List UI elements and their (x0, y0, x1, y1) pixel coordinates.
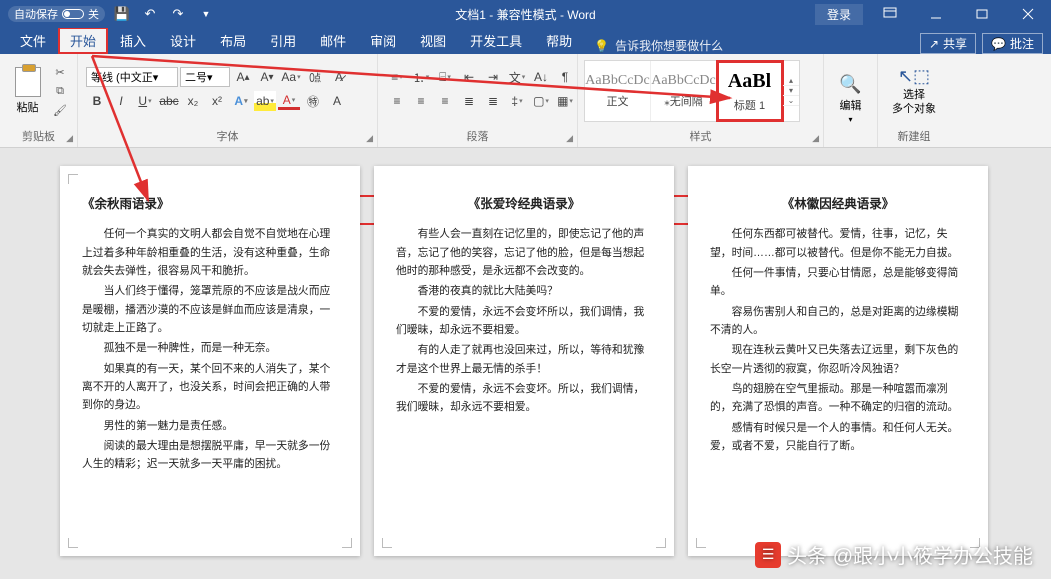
editing-button[interactable]: 🔍 编辑▾ (832, 74, 869, 124)
bold-icon[interactable]: B (86, 91, 108, 111)
multilevel-icon[interactable]: ⌸▾ (434, 67, 456, 87)
redo-icon[interactable]: ↷ (167, 3, 189, 25)
styles-group-label: 样式 (690, 131, 712, 143)
close-icon[interactable] (1005, 0, 1051, 28)
style-no-spacing[interactable]: AaBbCcDc⁎无间隔 (651, 61, 717, 121)
login-button[interactable]: 登录 (815, 4, 863, 25)
distributed-icon[interactable]: ≣ (482, 91, 504, 111)
find-icon: 🔍 (839, 74, 861, 95)
styles-launcher-icon[interactable]: ◢ (812, 133, 819, 144)
clipboard-group-label: 剪贴板 (22, 131, 55, 143)
style-normal[interactable]: AaBbCcDc正文 (585, 61, 651, 121)
page1-title: 《余秋雨语录》 (82, 194, 338, 215)
clipboard-icon (15, 67, 41, 97)
phonetic-guide-icon[interactable]: ㍘ (304, 67, 326, 87)
page-2: 《张爱玲经典语录》 有些人会一直刻在记忆里的，即使忘记了他的声音，忘记了他的笑容… (374, 166, 674, 556)
share-button[interactable]: ↗共享 (920, 33, 976, 54)
font-name-select[interactable]: 等线 (中文正▾ (86, 67, 178, 87)
font-group-label: 字体 (217, 131, 239, 143)
tab-layout[interactable]: 布局 (208, 27, 258, 54)
subscript-icon[interactable]: x₂ (182, 91, 204, 111)
minimize-icon[interactable] (913, 0, 959, 28)
page-1: 《余秋雨语录》 任何一个真实的文明人都会自觉不自觉地在心理上过着多种年龄相重叠的… (60, 166, 360, 556)
italic-icon[interactable]: I (110, 91, 132, 111)
newgroup-label: 新建组 (898, 131, 931, 143)
align-left-icon[interactable]: ≡ (386, 91, 408, 111)
numbering-icon[interactable]: ⒈▾ (410, 67, 432, 87)
style-heading1[interactable]: AaBl标题 1 (717, 61, 783, 121)
share-icon: ↗ (929, 37, 939, 51)
tell-me-search[interactable]: 💡 告诉我你想要做什么 (594, 37, 723, 54)
change-case-icon[interactable]: Aa▾ (280, 67, 302, 87)
align-right-icon[interactable]: ≡ (434, 91, 456, 111)
cursor-icon: ↖⬚ (898, 66, 930, 87)
text-effects-icon[interactable]: A▾ (230, 91, 252, 111)
tab-home[interactable]: 开始 (58, 27, 108, 54)
tab-insert[interactable]: 插入 (108, 27, 158, 54)
superscript-icon[interactable]: x² (206, 91, 228, 111)
document-area[interactable]: 《余秋雨语录》 任何一个真实的文明人都会自觉不自觉地在心理上过着多种年龄相重叠的… (0, 148, 1051, 579)
tab-design[interactable]: 设计 (158, 27, 208, 54)
format-painter-icon[interactable]: 🖌 (51, 102, 69, 118)
clear-format-icon[interactable]: A̷ (328, 67, 350, 87)
highlight-icon[interactable]: ab▾ (254, 91, 276, 111)
lightbulb-icon: 💡 (594, 39, 609, 53)
paragraph-launcher-icon[interactable]: ◢ (566, 133, 573, 144)
qat-more-icon[interactable]: ▼ (195, 3, 217, 25)
select-objects-button[interactable]: ↖⬚ 选择 多个对象 (892, 66, 936, 115)
tab-file[interactable]: 文件 (8, 27, 58, 54)
tab-mailings[interactable]: 邮件 (308, 27, 358, 54)
font-launcher-icon[interactable]: ◢ (366, 133, 373, 144)
toutiao-icon: ☰ (755, 542, 781, 568)
autosave-toggle[interactable]: 自动保存 关 (8, 6, 105, 22)
undo-icon[interactable]: ↶ (139, 3, 161, 25)
tab-developer[interactable]: 开发工具 (458, 27, 534, 54)
underline-icon[interactable]: U▾ (134, 91, 156, 111)
char-border-icon[interactable]: A (326, 91, 348, 111)
justify-icon[interactable]: ≣ (458, 91, 480, 111)
enclose-char-icon[interactable]: ㊕ (302, 91, 324, 111)
font-color-icon[interactable]: A▾ (278, 93, 300, 110)
page2-title: 《张爱玲经典语录》 (396, 194, 652, 215)
page-3: 《林徽因经典语录》 任何东西都可被替代。爱情，往事，记忆，失望，时间……都可以被… (688, 166, 988, 556)
tab-help[interactable]: 帮助 (534, 27, 584, 54)
page3-title: 《林徽因经典语录》 (710, 194, 966, 215)
align-center-icon[interactable]: ≡ (410, 91, 432, 111)
asian-layout-icon[interactable]: 文▾ (506, 67, 528, 87)
paste-button[interactable]: 粘贴 (8, 67, 47, 115)
tab-references[interactable]: 引用 (258, 27, 308, 54)
line-spacing-icon[interactable]: ‡▾ (506, 91, 528, 111)
comment-icon: 💬 (991, 37, 1006, 51)
sort-icon[interactable]: A↓ (530, 67, 552, 87)
bullets-icon[interactable]: ≡▾ (386, 67, 408, 87)
ribbon-options-icon[interactable] (867, 0, 913, 28)
shading-icon[interactable]: ▢▾ (530, 91, 552, 111)
ribbon-tabs: 文件 开始 插入 设计 布局 引用 邮件 审阅 视图 开发工具 帮助 💡 告诉我… (0, 28, 1051, 54)
ribbon: 粘贴 ✂ ⧉ 🖌 剪贴板 ◢ 等线 (中文正▾ 二号▾ A▴ A▾ Aa▾ ㍘ A… (0, 54, 1051, 148)
watermark: ☰ 头条 @跟小小筱学办公技能 (755, 540, 1033, 569)
copy-icon[interactable]: ⧉ (51, 83, 69, 99)
paragraph-group-label: 段落 (467, 131, 489, 143)
shrink-font-icon[interactable]: A▾ (256, 67, 278, 87)
styles-gallery: AaBbCcDc正文 AaBbCcDc⁎无间隔 AaBl标题 1 ▴▾⌄ (584, 60, 800, 122)
save-icon[interactable]: 💾 (111, 3, 133, 25)
font-size-select[interactable]: 二号▾ (180, 67, 230, 87)
increase-indent-icon[interactable]: ⇥ (482, 67, 504, 87)
tab-review[interactable]: 审阅 (358, 27, 408, 54)
decrease-indent-icon[interactable]: ⇤ (458, 67, 480, 87)
title-bar: 自动保存 关 💾 ↶ ↷ ▼ 文档1 - 兼容性模式 - Word 登录 (0, 0, 1051, 28)
grow-font-icon[interactable]: A▴ (232, 67, 254, 87)
window-title: 文档1 - 兼容性模式 - Word (455, 6, 595, 23)
comments-button[interactable]: 💬批注 (982, 33, 1043, 54)
strikethrough-icon[interactable]: abc (158, 91, 180, 111)
maximize-icon[interactable] (959, 0, 1005, 28)
show-marks-icon[interactable]: ¶ (554, 67, 576, 87)
borders-icon[interactable]: ▦▾ (554, 91, 576, 111)
cut-icon[interactable]: ✂ (51, 64, 69, 80)
tab-view[interactable]: 视图 (408, 27, 458, 54)
clipboard-launcher-icon[interactable]: ◢ (66, 133, 73, 144)
styles-more[interactable]: ▴▾⌄ (783, 76, 799, 106)
